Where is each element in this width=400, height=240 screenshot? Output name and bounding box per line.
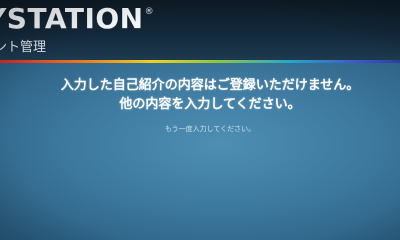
brand-text: YSTATION (0, 2, 144, 35)
header-bar: YSTATION® ント管理 (0, 0, 400, 60)
error-message-line-1: 入力した自己紹介の内容はご登録いただけません。 (60, 78, 360, 93)
registered-mark: ® (144, 7, 155, 17)
screen: YSTATION® ント管理 入力した自己紹介の内容はご登録いただけません。 他… (0, 0, 400, 240)
error-message: 入力した自己紹介の内容はご登録いただけません。 他の内容を入力してください。 (30, 76, 390, 114)
retry-hint: もう一度入力してください。 (164, 125, 256, 133)
brand-logo: YSTATION® (0, 2, 154, 35)
section-title: ント管理 (0, 40, 47, 55)
error-message-line-2: 他の内容を入力してください。 (119, 97, 301, 112)
header-accent-line (0, 60, 400, 63)
